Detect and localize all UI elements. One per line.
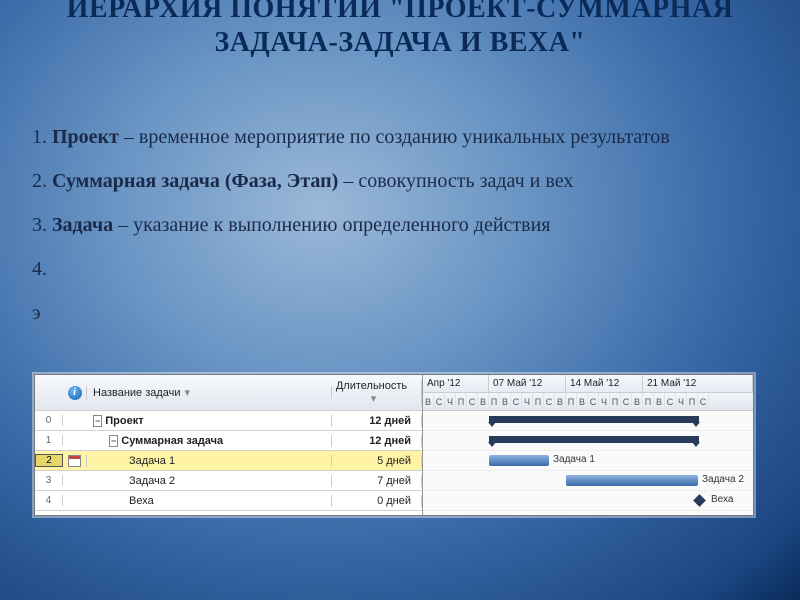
gantt-day-cell: Ч: [599, 393, 610, 410]
gantt-day-cell: В: [632, 393, 643, 410]
gantt-body: Задача 1 Задача 2 Веха: [423, 411, 753, 515]
gantt-day-cell: С: [588, 393, 599, 410]
gantt-day-row: ВСЧПСВПВСЧПСВПВСЧПСВПВСЧПС: [423, 393, 753, 411]
chevron-down-icon[interactable]: ▾: [185, 386, 191, 399]
gantt-day-cell: С: [621, 393, 632, 410]
gantt-summary-bar: [489, 416, 699, 423]
msproject-screenshot: i Название задачи▾ Длительность▾ 0 −Прое…: [34, 374, 754, 516]
table-row[interactable]: 1 −Суммарная задача 12 дней: [35, 431, 422, 451]
definition-item: 4.: [32, 249, 768, 289]
gantt-day-cell: П: [643, 393, 654, 410]
gantt-bar-label: Веха: [711, 494, 733, 505]
table-row[interactable]: 0 −Проект 12 дней: [35, 411, 422, 431]
task-grid: i Название задачи▾ Длительность▾ 0 −Прое…: [35, 375, 423, 515]
calendar-icon: [68, 455, 81, 467]
gantt-day-cell: В: [654, 393, 665, 410]
gantt-day-cell: В: [500, 393, 511, 410]
gantt-task-bar[interactable]: [566, 475, 698, 486]
gantt-day-cell: П: [610, 393, 621, 410]
table-row[interactable]: 2 Задача 1 5 дней: [35, 451, 422, 471]
gantt-day-cell: П: [533, 393, 544, 410]
slide-title: ИЕРАРХИЯ ПОНЯТИЙ "ПРОЕКТ-СУММАРНАЯ ЗАДАЧ…: [32, 0, 768, 59]
gantt-day-cell: Ч: [445, 393, 456, 410]
gantt-day-cell: С: [544, 393, 555, 410]
gantt-milestone[interactable]: [693, 494, 706, 507]
definition-item: 2. Суммарная задача (Фаза, Этап) – совок…: [32, 161, 768, 201]
gantt-chart: Апр '12 07 Май '12 14 Май '12 21 Май '12…: [423, 375, 753, 515]
gantt-day-cell: С: [665, 393, 676, 410]
definition-item: 3. Задача – указание к выполнению опреде…: [32, 205, 768, 245]
definition-item: 1. Проект – временное мероприятие по соз…: [32, 117, 768, 157]
gantt-day-cell: П: [489, 393, 500, 410]
gantt-day-cell: С: [511, 393, 522, 410]
info-icon: i: [68, 386, 82, 400]
gantt-day-cell: С: [467, 393, 478, 410]
gantt-day-cell: П: [566, 393, 577, 410]
collapse-icon[interactable]: −: [109, 435, 118, 447]
gantt-bar-label: Задача 2: [702, 474, 744, 485]
gantt-month-row: Апр '12 07 Май '12 14 Май '12 21 Май '12: [423, 375, 753, 393]
table-row[interactable]: 3 Задача 2 7 дней: [35, 471, 422, 491]
gantt-day-cell: С: [698, 393, 709, 410]
gantt-summary-bar: [489, 436, 699, 443]
definition-truncated: э: [32, 293, 768, 333]
collapse-icon[interactable]: −: [93, 415, 102, 427]
gantt-day-cell: В: [555, 393, 566, 410]
definitions-block: 1. Проект – временное мероприятие по соз…: [32, 117, 768, 333]
gantt-day-cell: П: [687, 393, 698, 410]
gantt-day-cell: С: [434, 393, 445, 410]
gantt-bar-label: Задача 1: [553, 454, 595, 465]
col-duration-header[interactable]: Длительность▾: [332, 380, 422, 405]
gantt-day-cell: В: [478, 393, 489, 410]
table-row[interactable]: 4 Веха 0 дней: [35, 491, 422, 511]
grid-header: i Название задачи▾ Длительность▾: [35, 375, 422, 411]
col-name-header[interactable]: Название задачи▾: [87, 386, 332, 399]
chevron-down-icon[interactable]: ▾: [371, 392, 377, 405]
gantt-day-cell: В: [577, 393, 588, 410]
gantt-day-cell: В: [423, 393, 434, 410]
gantt-day-cell: Ч: [522, 393, 533, 410]
gantt-day-cell: П: [456, 393, 467, 410]
gantt-task-bar[interactable]: [489, 455, 549, 466]
gantt-day-cell: Ч: [676, 393, 687, 410]
